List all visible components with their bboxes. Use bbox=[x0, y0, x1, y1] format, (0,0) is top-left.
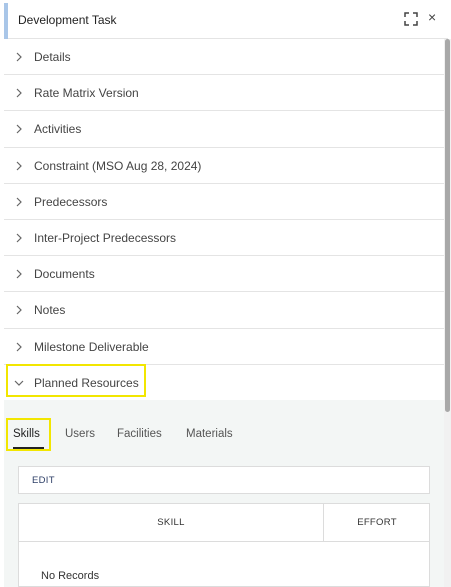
section-predecessors[interactable]: Predecessors bbox=[4, 183, 444, 220]
section-label: Rate Matrix Version bbox=[34, 86, 139, 101]
tab-users[interactable]: Users bbox=[65, 428, 95, 440]
chevron-right-icon bbox=[16, 52, 22, 62]
task-details-panel: Development Task × Details Rate Matrix V… bbox=[0, 0, 451, 587]
skills-table: SKILL EFFORT No Records bbox=[18, 503, 430, 587]
section-label: Predecessors bbox=[34, 194, 108, 209]
chevron-right-icon bbox=[16, 197, 22, 207]
planned-resources-content: Skills Users Facilities Materials EDIT S… bbox=[4, 400, 444, 587]
section-rate-matrix-version[interactable]: Rate Matrix Version bbox=[4, 75, 444, 112]
section-details[interactable]: Details bbox=[4, 39, 444, 76]
section-constraint[interactable]: Constraint (MSO Aug 28, 2024) bbox=[4, 147, 444, 184]
highlight-box-skills-tab bbox=[6, 418, 51, 451]
tab-facilities[interactable]: Facilities bbox=[117, 428, 162, 440]
empty-table-message: No Records bbox=[41, 570, 100, 582]
resource-tabs: Skills Users Facilities Materials bbox=[4, 420, 444, 450]
section-label: Inter-Project Predecessors bbox=[34, 230, 177, 245]
close-icon[interactable]: × bbox=[428, 10, 436, 24]
column-header-skill[interactable]: SKILL bbox=[19, 504, 324, 542]
edit-button[interactable]: EDIT bbox=[32, 475, 55, 486]
tab-materials[interactable]: Materials bbox=[186, 428, 233, 440]
section-label: Details bbox=[34, 50, 71, 64]
chevron-right-icon bbox=[16, 342, 22, 351]
section-label: Milestone Deliverable bbox=[34, 339, 149, 354]
section-inter-project-predecessors[interactable]: Inter-Project Predecessors bbox=[4, 219, 444, 257]
section-activities[interactable]: Activities bbox=[4, 111, 444, 148]
chevron-right-icon bbox=[16, 233, 22, 243]
scrollbar-thumb[interactable] bbox=[445, 39, 450, 412]
chevron-right-icon bbox=[16, 305, 22, 315]
section-label: Constraint (MSO Aug 28, 2024) bbox=[34, 158, 202, 173]
panel-title: Development Task bbox=[18, 13, 117, 27]
section-documents[interactable]: Documents bbox=[4, 256, 444, 293]
expand-icon[interactable] bbox=[404, 12, 418, 26]
header-accent-bar bbox=[4, 3, 8, 39]
chevron-right-icon bbox=[16, 124, 22, 134]
section-milestone-deliverable[interactable]: Milestone Deliverable bbox=[4, 328, 444, 365]
section-label: Activities bbox=[34, 122, 82, 137]
chevron-right-icon bbox=[16, 88, 22, 98]
section-notes[interactable]: Notes bbox=[4, 292, 444, 329]
column-header-effort[interactable]: EFFORT bbox=[324, 504, 430, 542]
highlight-box-planned-resources bbox=[6, 364, 146, 397]
chevron-right-icon bbox=[16, 269, 22, 279]
section-label: Documents bbox=[34, 267, 95, 282]
section-label: Notes bbox=[34, 303, 66, 318]
section-list: Details Rate Matrix Version Activities C… bbox=[4, 39, 444, 401]
panel-header: Development Task × bbox=[4, 3, 448, 39]
edit-toolbar: EDIT bbox=[18, 466, 430, 494]
vertical-scrollbar[interactable] bbox=[444, 39, 451, 587]
chevron-right-icon bbox=[16, 161, 22, 170]
